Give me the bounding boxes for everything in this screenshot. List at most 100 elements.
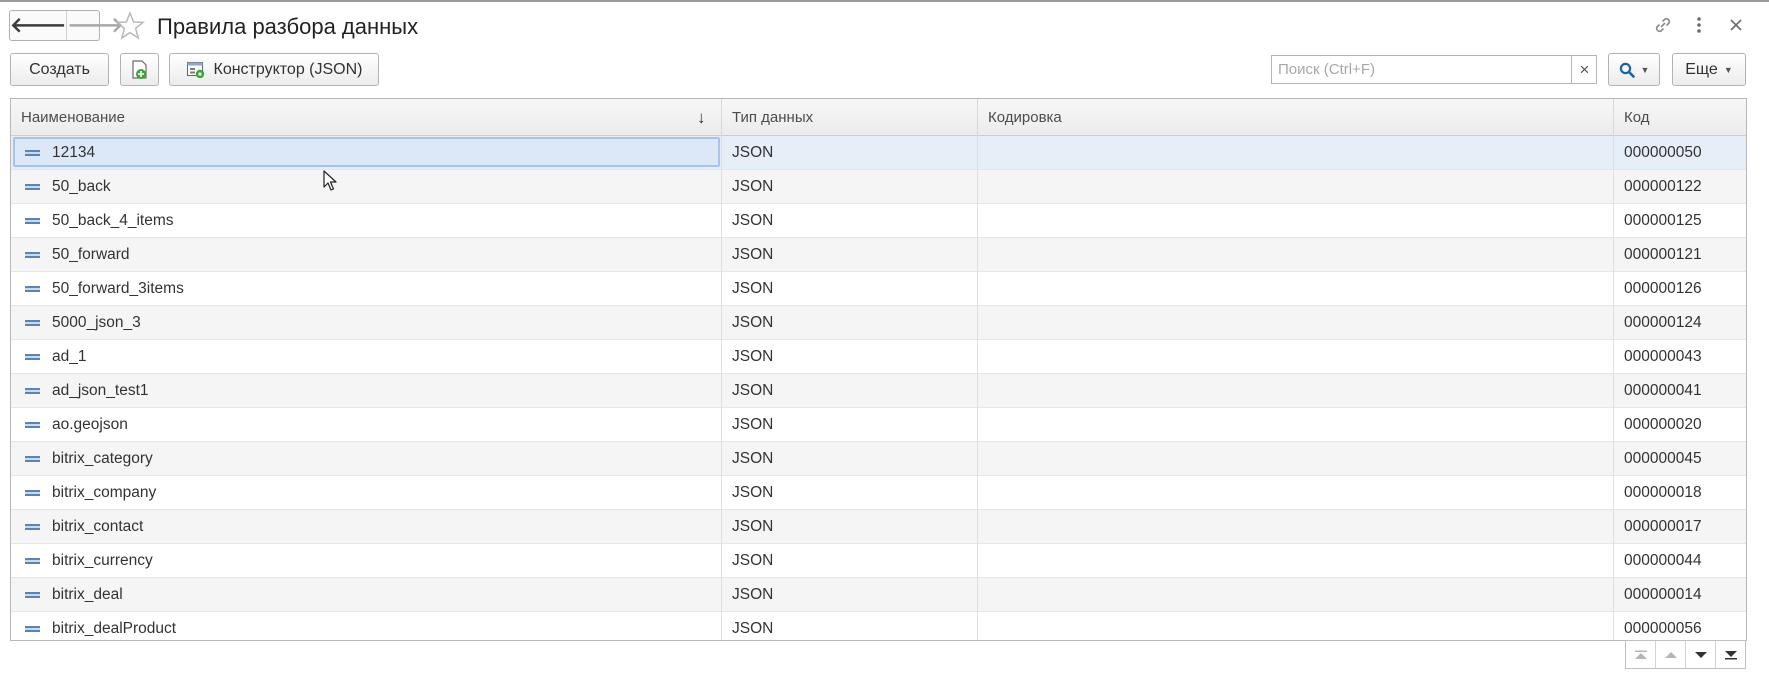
table-row[interactable]: ao.geojson JSON 000000020 [11,408,1746,442]
cell-code: 000000056 [1624,620,1702,637]
rules-table: Наименование ↓ Тип данных Кодировка Код … [10,98,1747,641]
catalog-item-icon [25,218,40,224]
search-input[interactable] [1271,55,1597,84]
table-row[interactable]: bitrix_contact JSON 000000017 [11,510,1746,544]
mouse-cursor-icon [323,170,337,191]
cell-code: 000000017 [1624,518,1702,535]
cell-code: 000000125 [1624,212,1702,229]
cell-name: ad_json_test1 [52,382,149,399]
favorite-star-button[interactable] [114,10,146,42]
cell-name: ao.geojson [52,416,128,433]
cell-name: 50_forward [52,246,130,263]
cell-code: 000000041 [1624,382,1702,399]
column-divider [977,136,978,640]
cell-data-type: JSON [732,348,774,365]
link-icon [1655,17,1671,33]
scroll-up-button[interactable] [1656,641,1686,668]
catalog-item-icon [25,456,40,462]
close-icon: × [1579,59,1590,79]
page-title: Правила разбора данных [157,14,419,39]
search-options-button[interactable]: ▼ [1608,53,1660,86]
catalog-item-icon [25,524,40,530]
more-vertical-icon [1697,17,1701,33]
table-row[interactable]: bitrix_dealProduct JSON 000000056 [11,612,1746,640]
scroll-to-bottom-button[interactable] [1716,641,1745,668]
cell-code: 000000043 [1624,348,1702,365]
triangle-down-icon [1694,651,1707,658]
column-header-encoding[interactable]: Кодировка [977,99,1613,136]
catalog-item-icon [25,592,40,598]
catalog-item-icon [25,626,40,632]
column-header-name[interactable]: Наименование [11,99,721,136]
catalog-item-icon [25,184,40,190]
cell-code: 000000045 [1624,450,1702,467]
table-row[interactable]: bitrix_currency JSON 000000044 [11,544,1746,578]
table-row[interactable]: bitrix_company JSON 000000018 [11,476,1746,510]
cell-data-type: JSON [732,212,774,229]
search-clear-button[interactable]: × [1571,55,1597,84]
catalog-item-icon [25,354,40,360]
table-row[interactable]: 5000_json_3 JSON 000000124 [11,306,1746,340]
catalog-item-icon [25,422,40,428]
table-row[interactable]: 50_back_4_items JSON 000000125 [11,204,1746,238]
cell-code: 000000122 [1624,178,1702,195]
cell-data-type: JSON [732,586,774,603]
table-row[interactable]: 50_forward_3items JSON 000000126 [11,272,1746,306]
back-button[interactable]: 🡐 [10,11,68,40]
cell-name: bitrix_company [52,484,157,501]
cell-code: 000000020 [1624,416,1702,433]
column-header-code[interactable]: Код [1613,99,1746,136]
cell-code: 000000124 [1624,314,1702,331]
close-button[interactable] [1724,13,1748,37]
catalog-item-icon [25,320,40,326]
table-row[interactable]: 12134 JSON 000000050 [11,136,1746,170]
close-icon [1730,19,1742,31]
data-parsing-rules-form: 🡐 🡒 Правила разбора данных Создать Конст… [0,0,1769,684]
constructor-json-button[interactable]: Конструктор (JSON) [169,53,379,86]
create-button[interactable]: Создать [10,53,109,86]
cell-name: bitrix_dealProduct [52,620,177,637]
catalog-item-icon [25,490,40,496]
cell-name: bitrix_deal [52,586,123,603]
cell-name: 5000_json_3 [52,314,141,331]
add-copy-button[interactable] [120,53,159,86]
more-actions-button[interactable] [1687,13,1711,37]
link-button[interactable] [1651,13,1675,37]
scroll-top-icon [1634,650,1647,659]
table-row[interactable]: ad_json_test1 JSON 000000041 [11,374,1746,408]
cell-data-type: JSON [732,518,774,535]
table-row[interactable]: 50_forward JSON 000000121 [11,238,1746,272]
cell-name: ad_1 [52,348,87,365]
cell-data-type: JSON [732,382,774,399]
cell-data-type: JSON [732,484,774,501]
arrow-left-icon: 🡐 [10,14,67,37]
chevron-down-icon: ▼ [1640,64,1650,75]
table-row[interactable]: 50_back JSON 000000122 [11,170,1746,204]
cell-data-type: JSON [732,178,774,195]
selected-cell-outline [13,137,720,167]
catalog-item-icon [25,286,40,292]
cell-data-type: JSON [732,314,774,331]
catalog-item-icon [25,150,40,156]
star-icon [115,11,145,40]
cell-data-type: JSON [732,450,774,467]
scroll-to-top-button[interactable] [1626,641,1656,668]
cell-name: bitrix_contact [52,518,144,535]
triangle-up-icon [1664,651,1677,658]
chevron-down-icon: ▼ [1723,64,1733,75]
table-row[interactable]: ad_1 JSON 000000043 [11,340,1746,374]
column-header-type[interactable]: Тип данных [721,99,977,136]
column-divider [1613,136,1614,640]
scroll-down-button[interactable] [1686,641,1716,668]
cell-code: 000000014 [1624,586,1702,603]
constructor-button-label: Конструктор (JSON) [213,60,363,78]
more-button[interactable]: Еще ▼ [1672,53,1746,86]
cell-data-type: JSON [732,144,774,161]
cell-code: 000000044 [1624,552,1702,569]
table-row[interactable]: bitrix_category JSON 000000045 [11,442,1746,476]
table-header: Наименование ↓ Тип данных Кодировка Код [11,99,1746,136]
cell-data-type: JSON [732,416,774,433]
cell-name: 50_back_4_items [52,212,174,229]
table-row[interactable]: bitrix_deal JSON 000000014 [11,578,1746,612]
sort-descending-icon: ↓ [697,107,706,127]
